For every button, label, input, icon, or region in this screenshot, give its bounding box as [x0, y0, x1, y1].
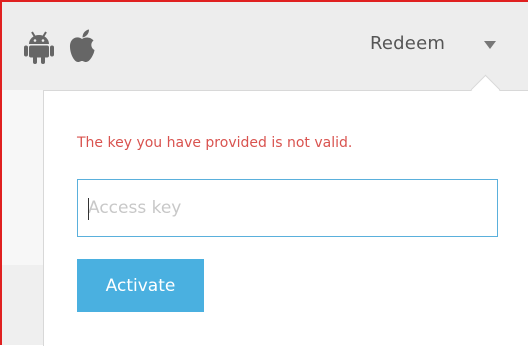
redeem-menu-label[interactable]: Redeem [370, 33, 445, 54]
apple-icon[interactable] [66, 28, 98, 64]
access-key-input[interactable] [77, 179, 498, 237]
activate-button[interactable]: Activate [77, 259, 204, 312]
text-cursor [88, 198, 89, 220]
error-message: The key you have provided is not valid. [77, 135, 353, 151]
chevron-down-icon[interactable] [484, 41, 496, 49]
redeem-popup: The key you have provided is not valid. … [43, 90, 528, 346]
android-icon[interactable] [24, 30, 54, 64]
